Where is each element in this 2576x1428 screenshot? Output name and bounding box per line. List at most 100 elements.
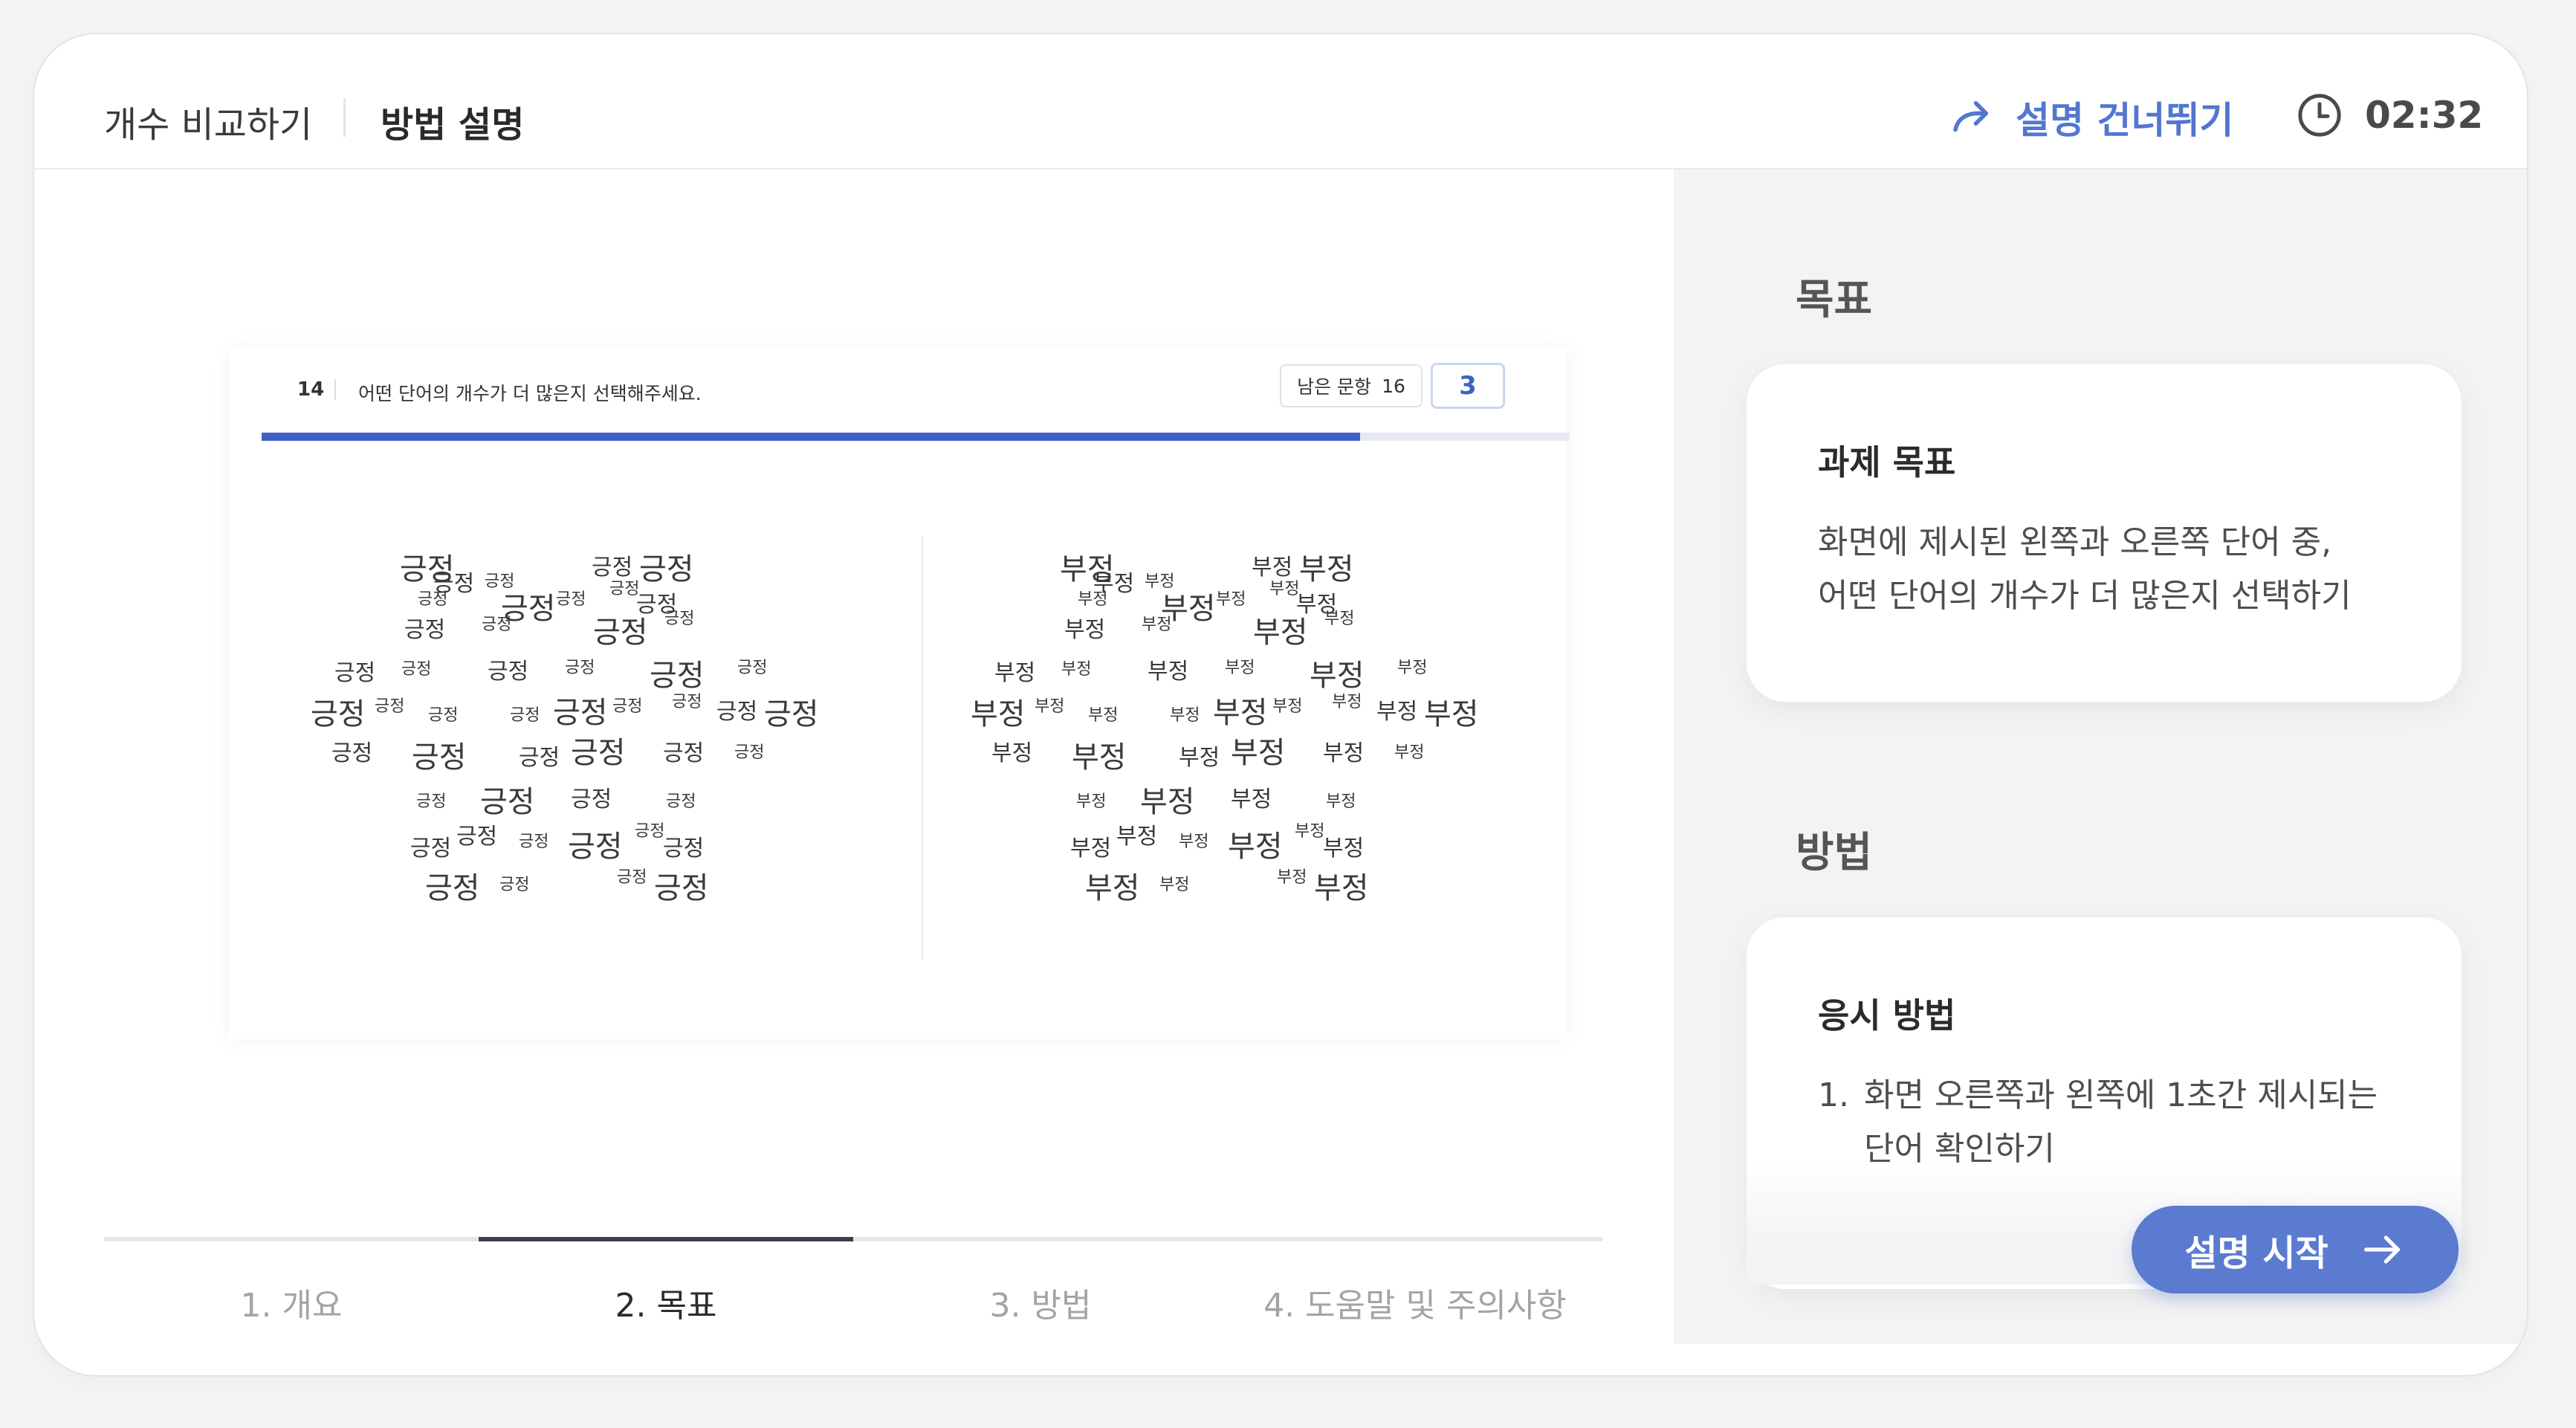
left-word-27: 긍정 <box>716 699 758 725</box>
right-word-11: 부정 <box>1142 616 1172 634</box>
example-screen: 14 어떤 단어의 개수가 더 많은지 선택해주세요. 남은 문항 16 3 긍… <box>229 348 1570 1039</box>
right-word-33: 부정 <box>1323 740 1365 766</box>
left-word-16: 긍정 <box>488 659 529 685</box>
left-word-30: 긍정 <box>412 740 467 775</box>
right-word-7: 부정 <box>1216 590 1246 609</box>
right-word-12: 부정 <box>1253 616 1308 650</box>
right-word-28: 부정 <box>1424 697 1479 731</box>
start-explanation-button[interactable]: 설명 시작 <box>2132 1206 2459 1293</box>
right-word-26: 부정 <box>1332 693 1362 711</box>
right-word-17: 부정 <box>1225 659 1255 677</box>
tab-overview[interactable]: 1. 개요 <box>104 1279 479 1326</box>
right-word-46: 부정 <box>1159 876 1190 894</box>
remaining-count: 16 <box>1382 375 1405 397</box>
right-word-10: 부정 <box>1064 617 1106 643</box>
question-divider <box>334 379 336 400</box>
right-word-44: 부정 <box>1323 836 1365 862</box>
right-word-4: 부정 <box>1299 552 1354 587</box>
left-word-21: 긍정 <box>375 697 405 716</box>
breadcrumb-task: 개수 비교하기 <box>104 104 313 146</box>
left-content: 14 어떤 단어의 개수가 더 많은지 선택해주세요. 남은 문항 16 3 긍… <box>34 169 1674 1375</box>
left-word-5: 긍정 <box>418 590 448 609</box>
right-word-23: 부정 <box>1170 706 1200 725</box>
left-word-11: 긍정 <box>482 616 512 634</box>
timer-value: 02:32 <box>2365 94 2484 137</box>
right-word-25: 부정 <box>1272 697 1303 716</box>
start-button-label: 설명 시작 <box>2184 1232 2329 1274</box>
word-divider <box>922 537 923 960</box>
left-word-40: 긍정 <box>456 824 498 850</box>
question-number: 14 <box>297 378 325 401</box>
left-word-17: 긍정 <box>565 659 595 677</box>
breadcrumb-current: 방법 설명 <box>381 104 525 146</box>
left-word-36: 긍정 <box>480 785 535 819</box>
right-word-37: 부정 <box>1231 786 1272 812</box>
left-word-47: 긍정 <box>617 868 647 887</box>
right-word-47: 부정 <box>1277 868 1307 887</box>
left-word-35: 긍정 <box>416 792 447 811</box>
right-word-31: 부정 <box>1179 745 1220 771</box>
left-word-24: 긍정 <box>553 696 608 730</box>
tab-help[interactable]: 4. 도움말 및 주의사항 <box>1228 1279 1602 1326</box>
left-word-28: 긍정 <box>764 697 819 731</box>
left-word-10: 긍정 <box>404 617 446 643</box>
right-word-19: 부정 <box>1397 659 1428 677</box>
right-word-48: 부정 <box>1314 871 1369 905</box>
right-word-38: 부정 <box>1326 792 1356 811</box>
left-word-41: 긍정 <box>519 833 549 851</box>
left-word-32: 긍정 <box>571 736 626 770</box>
right-word-39: 부정 <box>1070 836 1112 862</box>
method-card-title: 응시 방법 <box>1818 995 1956 1036</box>
right-word-8: 부정 <box>1269 580 1300 598</box>
right-word-22: 부정 <box>1088 706 1119 725</box>
right-word-27: 부정 <box>1376 699 1418 725</box>
tab-goal[interactable]: 2. 목표 <box>479 1279 853 1326</box>
breadcrumb-divider <box>343 98 346 137</box>
right-word-42: 부정 <box>1228 830 1283 864</box>
clock-icon <box>2298 94 2341 137</box>
left-word-31: 긍정 <box>519 745 560 771</box>
right-word-45: 부정 <box>1085 871 1140 905</box>
left-word-22: 긍정 <box>428 706 459 725</box>
left-word-26: 긍정 <box>672 693 702 711</box>
right-word-41: 부정 <box>1179 833 1209 851</box>
right-word-34: 부정 <box>1394 743 1425 762</box>
left-word-29: 긍정 <box>331 740 373 766</box>
left-word-14: 긍정 <box>334 660 376 686</box>
skip-explanation-button[interactable]: 설명 건너뛰기 <box>1947 91 2233 144</box>
tab-method[interactable]: 3. 방법 <box>853 1279 1228 1326</box>
left-word-46: 긍정 <box>499 876 530 894</box>
goal-section-title: 목표 <box>1796 276 1873 324</box>
left-word-42: 긍정 <box>568 830 623 864</box>
goal-text-line-1: 화면에 제시된 왼쪽과 오른쪽 단어 중, <box>1818 523 2332 561</box>
right-word-21: 부정 <box>1035 697 1065 716</box>
right-word-35: 부정 <box>1076 792 1107 811</box>
tab-active-indicator <box>479 1237 853 1241</box>
left-word-25: 긍정 <box>612 697 643 716</box>
right-word-40: 부정 <box>1116 824 1158 850</box>
arrow-right-icon <box>2363 1235 2400 1264</box>
right-word-15: 부정 <box>1061 660 1092 679</box>
remaining-label: 남은 문항 <box>1297 376 1372 398</box>
left-word-8: 긍정 <box>609 580 640 598</box>
method-step-number: 1. <box>1818 1076 1849 1114</box>
goal-card-text: 화면에 제시된 왼쪽과 오른쪽 단어 중, 어떤 단어의 개수가 더 많은지 선… <box>1818 516 2352 623</box>
goal-text-line-2: 어떤 단어의 개수가 더 많은지 선택하기 <box>1818 577 2352 615</box>
right-word-14: 부정 <box>994 660 1036 686</box>
left-word-39: 긍정 <box>410 836 452 862</box>
right-word-5: 부정 <box>1078 590 1108 609</box>
progress-bar <box>262 433 1570 441</box>
answer-box: 3 <box>1431 363 1505 409</box>
tab-track <box>104 1237 1602 1241</box>
right-word-24: 부정 <box>1213 696 1268 730</box>
question-text: 어떤 단어의 개수가 더 많은지 선택해주세요. <box>358 383 702 404</box>
left-word-7: 긍정 <box>556 590 586 609</box>
skip-label: 설명 건너뛰기 <box>2016 99 2234 142</box>
remaining-questions-badge: 남은 문항 16 <box>1280 364 1423 407</box>
progress-fill <box>262 433 1361 441</box>
main-card: 개수 비교하기 방법 설명 설명 건너뛰기 02:32 14 어떤 단어의 개수… <box>33 33 2528 1377</box>
method-section-title: 방법 <box>1796 829 1873 877</box>
left-word-19: 긍정 <box>737 659 768 677</box>
left-word-38: 긍정 <box>666 792 696 811</box>
left-word-23: 긍정 <box>510 706 540 725</box>
